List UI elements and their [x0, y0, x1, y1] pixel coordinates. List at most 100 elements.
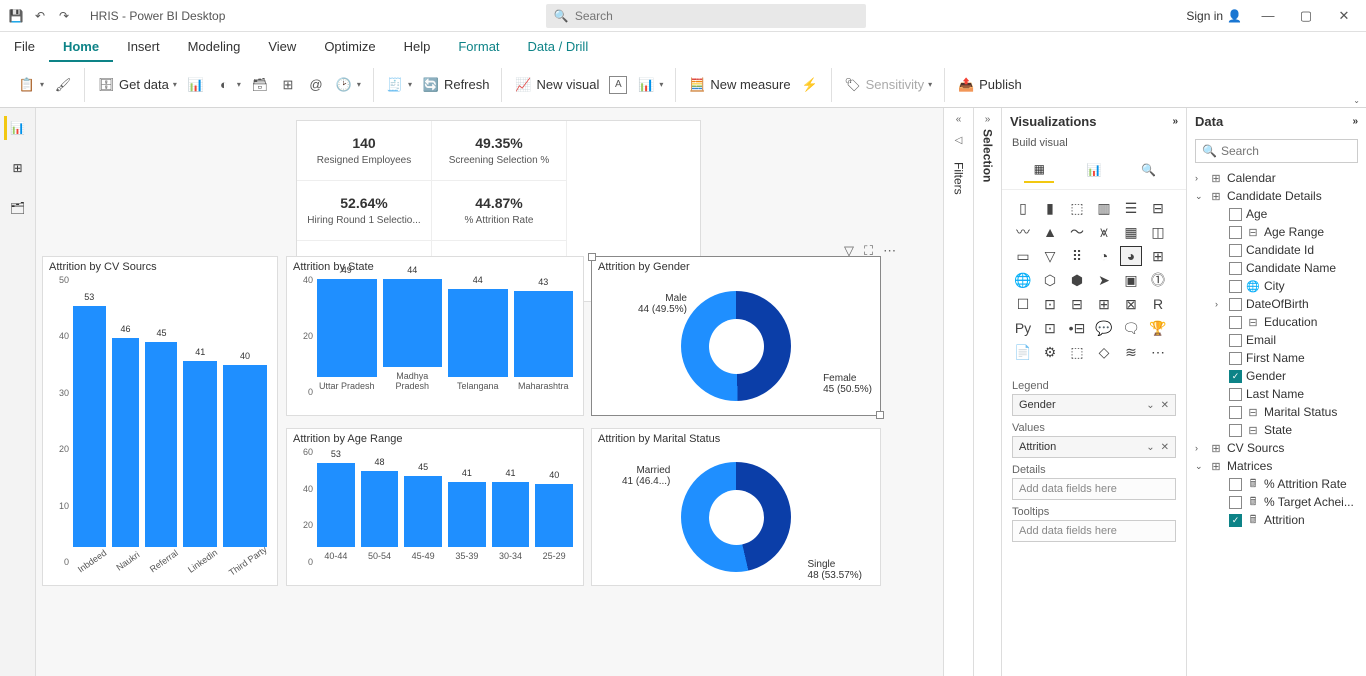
tooltips-well[interactable]: Add data fields here [1012, 520, 1176, 542]
build-tab-icon[interactable]: ▦ [1024, 157, 1054, 183]
analytics-tab-icon[interactable]: 🔍 [1134, 157, 1164, 183]
kpi-card[interactable]: 52.64%Hiring Round 1 Selectio... [297, 181, 432, 241]
viz-type-icon[interactable]: ⩙ [1093, 222, 1115, 242]
viz-type-icon[interactable]: ⬚ [1066, 342, 1088, 362]
field-node[interactable]: ⊟Marital Status [1193, 403, 1360, 421]
new-measure-button[interactable]: 🧮New measure [688, 76, 790, 94]
field-checkbox[interactable] [1229, 208, 1242, 221]
sensitivity-button[interactable]: 🏷Sensitivity▾ [844, 76, 933, 94]
field-checkbox[interactable] [1229, 316, 1242, 329]
viz-type-icon[interactable]: •⊟ [1066, 318, 1088, 338]
field-node[interactable]: ✓🖩Attrition [1193, 511, 1360, 529]
selection-pane[interactable]: » Selection [973, 108, 1001, 676]
bar[interactable]: 46 [112, 338, 140, 547]
viz-type-icon[interactable]: ▭ [1012, 246, 1034, 266]
viz-type-icon[interactable]: ≋ [1120, 342, 1142, 362]
bar[interactable]: 40 [223, 365, 267, 547]
quick-measure-button[interactable]: ⚡ [801, 76, 819, 94]
tab-file[interactable]: File [0, 32, 49, 62]
bar[interactable]: 40 [535, 484, 573, 547]
field-node[interactable]: Candidate Id [1193, 241, 1360, 259]
tab-data-drill[interactable]: Data / Drill [514, 32, 603, 62]
field-checkbox[interactable] [1229, 244, 1242, 257]
more-options-icon[interactable]: ⋯ [883, 243, 896, 259]
viz-type-icon[interactable]: 〰 [1012, 222, 1034, 242]
tab-modeling[interactable]: Modeling [174, 32, 255, 62]
paste-button[interactable]: 📋▾ [18, 76, 44, 94]
field-checkbox[interactable] [1229, 334, 1242, 347]
tab-format[interactable]: Format [444, 32, 513, 62]
chevron-icon[interactable]: ⌄ [1195, 191, 1205, 202]
viz-type-icon[interactable]: ◕ [1120, 246, 1142, 266]
bookmark-icon[interactable]: ◁ [955, 135, 963, 146]
chevron-icon[interactable]: ⌄ [1195, 461, 1205, 472]
bar[interactable]: 48 [361, 471, 399, 547]
kpi-card[interactable]: 140Resigned Employees [297, 121, 432, 181]
field-node[interactable]: Email [1193, 331, 1360, 349]
viz-type-icon[interactable]: ▦ [1120, 222, 1142, 242]
collapse-icon[interactable]: » [1352, 116, 1358, 127]
transform-data-button[interactable]: 🧾▾ [386, 76, 412, 94]
viz-type-icon[interactable]: ⚙ [1039, 342, 1061, 362]
collapse-icon[interactable]: » [1172, 116, 1178, 127]
chart-attrition-age[interactable]: Attrition by Age Range 6040200 5340-4448… [286, 428, 584, 586]
chevron-down-icon[interactable]: ⌄ [1146, 400, 1154, 411]
remove-icon[interactable]: ✕ [1161, 400, 1169, 411]
viz-type-icon[interactable]: 🌐 [1012, 270, 1034, 290]
bar[interactable]: 44 [448, 289, 508, 377]
viz-type-icon[interactable]: ⊞ [1093, 294, 1115, 314]
viz-type-icon[interactable]: ⋯ [1147, 342, 1169, 362]
viz-type-icon[interactable]: ◇ [1093, 342, 1115, 362]
field-node[interactable]: ⊟Education [1193, 313, 1360, 331]
report-canvas[interactable]: 140Resigned Employees49.35%Screening Sel… [36, 108, 943, 676]
viz-type-icon[interactable]: ◫ [1147, 222, 1169, 242]
tab-help[interactable]: Help [390, 32, 445, 62]
viz-type-icon[interactable]: 🗨 [1120, 318, 1142, 338]
format-painter-button[interactable]: 🖌 [54, 76, 72, 94]
viz-type-icon[interactable]: 〜 [1066, 222, 1088, 242]
fields-search-input[interactable] [1221, 144, 1351, 158]
chart-attrition-marital[interactable]: Attrition by Marital Status Married41 (4… [591, 428, 881, 586]
viz-type-icon[interactable]: ⠿ [1066, 246, 1088, 266]
field-node[interactable]: 🖩% Attrition Rate [1193, 475, 1360, 493]
field-checkbox[interactable] [1229, 478, 1242, 491]
chevron-icon[interactable]: › [1215, 299, 1225, 309]
kpi-card[interactable]: 49.35%Screening Selection % [432, 121, 567, 181]
viz-type-icon[interactable]: ⊠ [1120, 294, 1142, 314]
filters-pane[interactable]: « ◁ Filters [943, 108, 973, 676]
remove-icon[interactable]: ✕ [1161, 442, 1169, 453]
viz-type-icon[interactable]: ▮ [1039, 198, 1061, 218]
viz-type-icon[interactable]: ⬡ [1039, 270, 1061, 290]
bar[interactable]: 45 [145, 342, 177, 547]
tab-home[interactable]: Home [49, 32, 113, 62]
bar[interactable]: 53 [73, 306, 106, 547]
field-checkbox[interactable] [1229, 226, 1242, 239]
viz-type-icon[interactable]: ⬚ [1066, 198, 1088, 218]
chevron-icon[interactable]: › [1195, 173, 1205, 183]
more-visuals-button[interactable]: 📊▾ [637, 76, 663, 94]
datahub-icon[interactable]: ◐▾ [215, 76, 241, 94]
ribbon-expand-icon[interactable]: ⌄ [1353, 96, 1360, 105]
bar[interactable]: 49 [317, 279, 377, 377]
bar[interactable]: 53 [317, 463, 355, 547]
field-checkbox[interactable] [1229, 262, 1242, 275]
viz-type-icon[interactable]: ▥ [1093, 198, 1115, 218]
chart-attrition-gender[interactable]: Attrition by Gender Male44 (49.5%) Femal… [591, 256, 881, 416]
viz-type-icon[interactable]: ⓵ [1147, 270, 1169, 290]
viz-type-icon[interactable]: ▯ [1012, 198, 1034, 218]
tab-view[interactable]: View [254, 32, 310, 62]
field-checkbox[interactable] [1229, 280, 1242, 293]
field-checkbox[interactable] [1229, 352, 1242, 365]
field-node[interactable]: 🌐City [1193, 277, 1360, 295]
field-checkbox[interactable] [1229, 496, 1242, 509]
search-input[interactable] [575, 9, 858, 23]
publish-button[interactable]: 📤Publish [957, 76, 1022, 94]
tab-optimize[interactable]: Optimize [310, 32, 389, 62]
bar[interactable]: 41 [183, 361, 217, 547]
close-button[interactable]: ✕ [1332, 8, 1356, 24]
viz-type-icon[interactable]: ☰ [1120, 198, 1142, 218]
redo-icon[interactable]: ↷ [56, 8, 72, 24]
viz-type-icon[interactable]: ▽ [1039, 246, 1061, 266]
chevron-down-icon[interactable]: ⌄ [1146, 442, 1154, 453]
save-icon[interactable]: 💾 [8, 8, 24, 24]
